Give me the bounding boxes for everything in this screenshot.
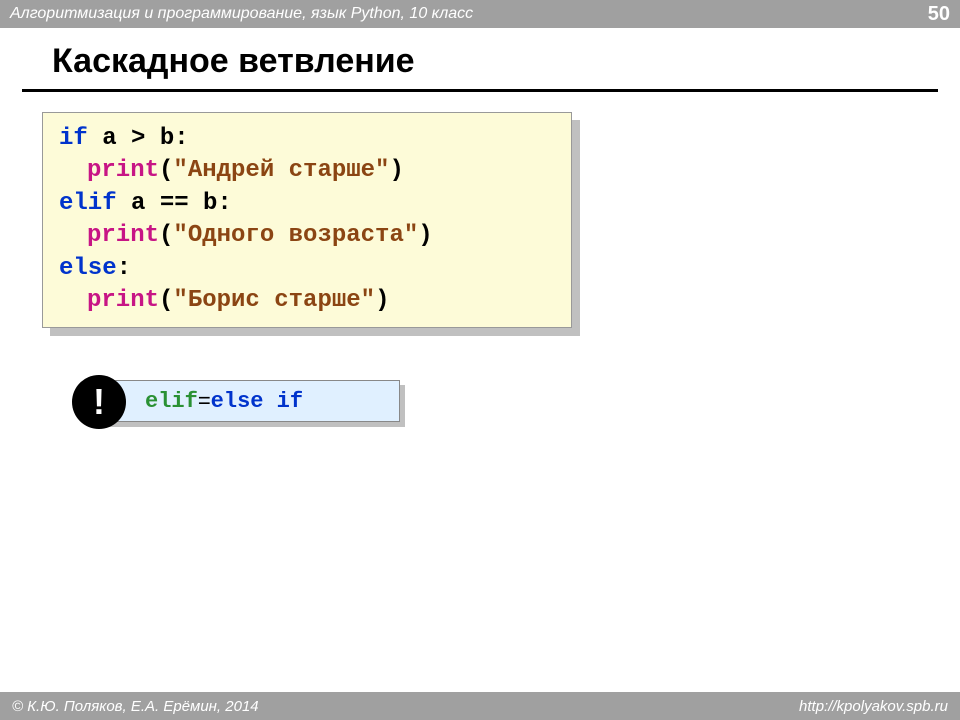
- code-line-5: else:: [59, 253, 555, 285]
- note-equals: =: [198, 388, 211, 414]
- note-else-if: else if: [211, 389, 303, 414]
- page-number: 50: [928, 3, 950, 26]
- note-content: elif = else if: [100, 380, 400, 422]
- code-box: if a > b: print("Андрей старше") elif a …: [42, 112, 572, 328]
- footer-url: http://kpolyakov.spb.ru: [799, 698, 948, 715]
- code-line-3: elif a == b:: [59, 188, 555, 220]
- header-bar: Алгоритмизация и программирование, язык …: [0, 0, 960, 28]
- footer-bar: © К.Ю. Поляков, Е.А. Ерёмин, 2014 http:/…: [0, 692, 960, 720]
- code-line-1: if a > b:: [59, 123, 555, 155]
- slide-title: Каскадное ветвление: [22, 28, 938, 92]
- exclaim-icon: !: [72, 375, 126, 429]
- copyright-label: © К.Ю. Поляков, Е.А. Ерёмин, 2014: [12, 698, 259, 715]
- code-content: if a > b: print("Андрей старше") elif a …: [42, 112, 572, 328]
- course-label: Алгоритмизация и программирование, язык …: [10, 5, 473, 23]
- code-line-4: print("Одного возраста"): [59, 220, 555, 252]
- note-elif: elif: [145, 389, 198, 414]
- code-line-6: print("Борис старше"): [59, 285, 555, 317]
- note-box: elif = else if !: [80, 380, 400, 425]
- code-line-2: print("Андрей старше"): [59, 155, 555, 187]
